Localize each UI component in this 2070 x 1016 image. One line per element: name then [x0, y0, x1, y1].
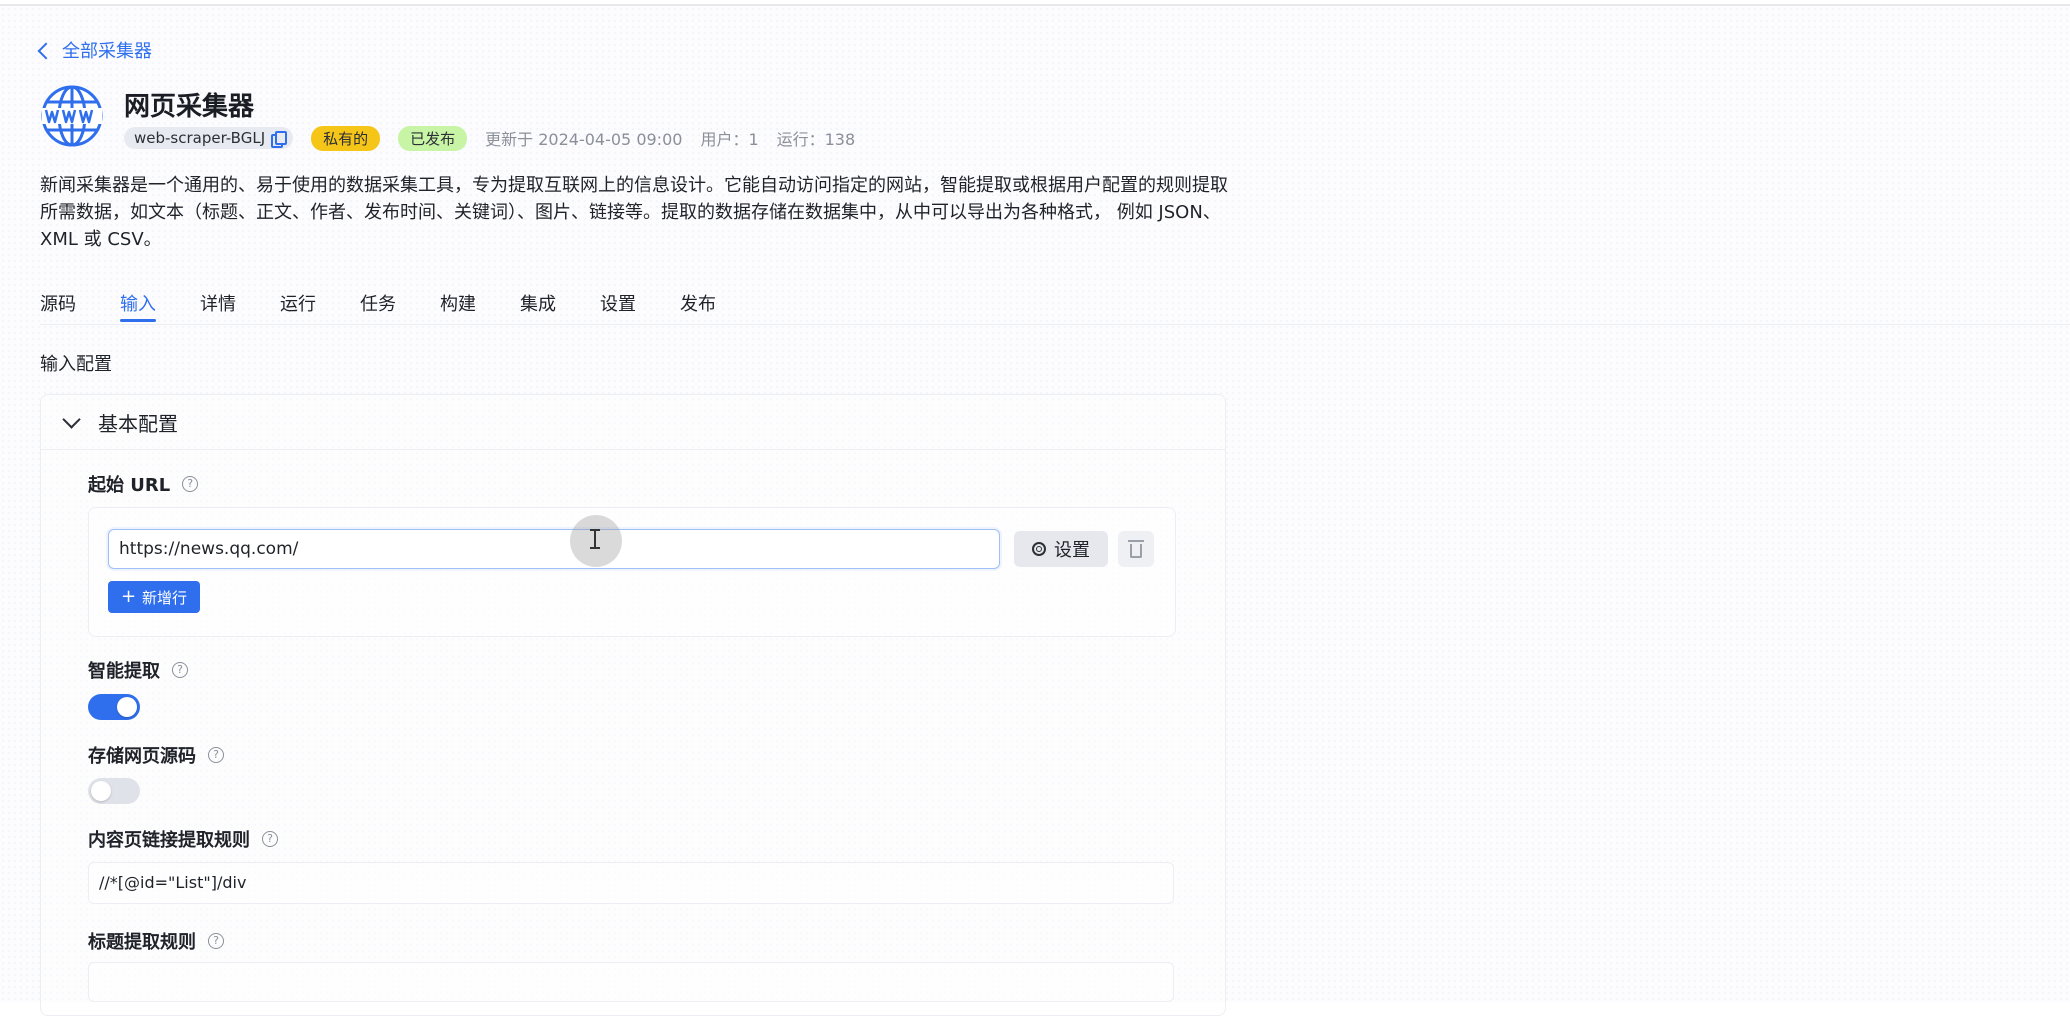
url-settings-label: 设置 — [1054, 540, 1090, 561]
panel-title: 基本配置 — [98, 411, 178, 436]
app-meta-row: web-scraper-BGLJ 私有的 已发布 更新于 2024-04-05 … — [124, 125, 856, 151]
delete-row-button[interactable] — [1118, 531, 1154, 567]
tab-input[interactable]: 输入 — [120, 292, 156, 322]
start-url-input[interactable]: https://news.qq.com/ — [108, 529, 1000, 569]
smart-extract-label-text: 智能提取 — [88, 661, 160, 682]
title-rule-label-text: 标题提取规则 — [88, 932, 196, 953]
start-url-label-text: 起始 URL — [88, 475, 171, 496]
tab-bar: 源码 输入 详情 运行 任务 构建 集成 设置 发布 — [40, 292, 760, 322]
title-rule-label: 标题提取规则 ? — [88, 928, 224, 954]
content-link-rule-label: 内容页链接提取规则 ? — [88, 826, 278, 852]
tab-integrations[interactable]: 集成 — [520, 292, 556, 322]
smart-extract-toggle[interactable] — [88, 694, 140, 720]
tab-details[interactable]: 详情 — [200, 292, 236, 322]
toggle-knob — [91, 781, 111, 801]
tab-runs[interactable]: 运行 — [280, 292, 316, 322]
section-label: 输入配置 — [40, 354, 112, 375]
run-count: 运行：138 — [776, 130, 856, 149]
private-badge: 私有的 — [311, 125, 381, 151]
chevron-down-icon[interactable] — [62, 409, 81, 429]
chevron-left-icon — [37, 42, 55, 59]
start-url-label: 起始 URL ? — [88, 471, 199, 497]
user-count: 用户：1 — [700, 130, 759, 149]
copy-icon[interactable] — [271, 131, 288, 148]
add-row-button[interactable]: + 新增行 — [108, 581, 200, 613]
smart-extract-label: 智能提取 ? — [88, 657, 188, 683]
updated-time: 更新于 2024-04-05 09:00 — [485, 130, 683, 149]
tab-builds[interactable]: 构建 — [440, 292, 476, 322]
published-badge: 已发布 — [398, 125, 468, 151]
panel-header[interactable]: 基本配置 — [41, 395, 1225, 450]
app-description: 新闻采集器是一个通用的、易于使用的数据采集工具，专为提取互联网上的信息设计。它能… — [40, 175, 1228, 250]
tab-tasks[interactable]: 任务 — [360, 292, 396, 322]
trash-icon — [1128, 540, 1144, 558]
store-source-toggle[interactable] — [88, 778, 140, 804]
help-icon[interactable]: ? — [208, 747, 224, 763]
tab-source[interactable]: 源码 — [40, 292, 76, 322]
title-rule-input[interactable] — [88, 962, 1174, 1002]
tab-publish[interactable]: 发布 — [680, 292, 716, 322]
help-icon[interactable]: ? — [262, 831, 278, 847]
back-link[interactable]: 全部采集器 — [37, 37, 152, 63]
slug-badge[interactable]: web-scraper-BGLJ — [124, 127, 294, 149]
basic-config-panel: 基本配置 — [40, 394, 1226, 1016]
add-row-label: 新增行 — [142, 588, 188, 607]
page-title: 网页采集器 — [124, 92, 255, 122]
store-source-label: 存储网页源码 ? — [88, 742, 224, 768]
url-settings-button[interactable]: 设置 — [1014, 531, 1108, 567]
back-link-label: 全部采集器 — [62, 41, 152, 62]
toggle-knob — [117, 697, 137, 717]
gear-icon — [1032, 542, 1046, 556]
tabs-divider — [40, 324, 2070, 325]
plus-icon: + — [120, 586, 137, 607]
content-link-rule-label-text: 内容页链接提取规则 — [88, 830, 250, 851]
slug-text: web-scraper-BGLJ — [134, 129, 266, 147]
cursor-highlight — [570, 515, 622, 567]
help-icon[interactable]: ? — [208, 933, 224, 949]
start-url-list — [88, 507, 1176, 637]
help-icon[interactable]: ? — [182, 476, 199, 492]
globe-www-icon — [41, 85, 103, 147]
content-link-rule-input[interactable]: //*[@id="List"]/div — [88, 862, 1174, 904]
text-cursor-icon — [590, 529, 600, 549]
help-icon[interactable]: ? — [172, 662, 188, 678]
store-source-label-text: 存储网页源码 — [88, 746, 196, 767]
tab-settings[interactable]: 设置 — [600, 292, 636, 322]
